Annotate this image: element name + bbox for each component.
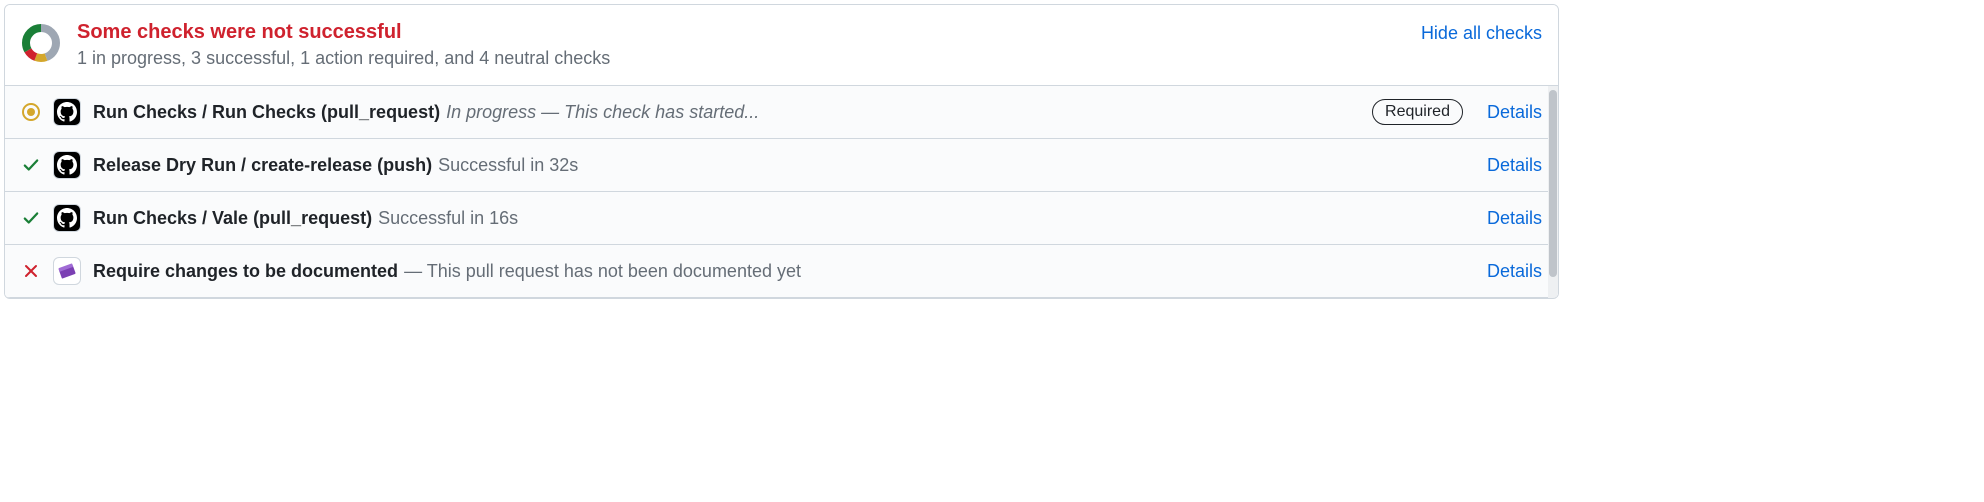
check-status-text: Successful in 16s [378, 208, 518, 229]
checks-subtitle: 1 in progress, 3 successful, 1 action re… [77, 48, 1405, 69]
check-row: Run Checks / Run Checks (pull_request) I… [5, 86, 1558, 139]
details-link[interactable]: Details [1487, 102, 1542, 123]
github-actions-avatar-icon [53, 204, 81, 232]
checks-list: Run Checks / Run Checks (pull_request) I… [5, 86, 1558, 298]
check-name: Release Dry Run / create-release (push) [93, 155, 432, 176]
check-row: Release Dry Run / create-release (push) … [5, 139, 1558, 192]
details-link[interactable]: Details [1487, 261, 1542, 282]
checks-panel: Some checks were not successful 1 in pro… [4, 4, 1559, 299]
github-actions-avatar-icon [53, 98, 81, 126]
scrollbar-thumb[interactable] [1549, 90, 1557, 277]
app-avatar-icon [53, 257, 81, 285]
details-link[interactable]: Details [1487, 208, 1542, 229]
details-link[interactable]: Details [1487, 155, 1542, 176]
check-name: Require changes to be documented [93, 261, 398, 282]
failure-x-icon [21, 261, 41, 281]
check-main: Run Checks / Vale (pull_request) Success… [93, 208, 1475, 229]
check-row: Run Checks / Vale (pull_request) Success… [5, 192, 1558, 245]
check-status-text: In progress — This check has started... [446, 102, 759, 123]
check-main: Run Checks / Run Checks (pull_request) I… [93, 102, 1360, 123]
check-name: Run Checks / Vale (pull_request) [93, 208, 372, 229]
required-badge: Required [1372, 99, 1463, 125]
checks-header: Some checks were not successful 1 in pro… [5, 5, 1558, 86]
check-status-text: Successful in 32s [438, 155, 578, 176]
scrollbar[interactable] [1548, 86, 1558, 298]
check-main: Release Dry Run / create-release (push) … [93, 155, 1475, 176]
in-progress-icon [21, 102, 41, 122]
success-check-icon [21, 155, 41, 175]
checks-title: Some checks were not successful [77, 21, 1405, 44]
check-main: Require changes to be documented — This … [93, 261, 1475, 282]
status-donut-icon [21, 23, 61, 63]
hide-all-checks-link[interactable]: Hide all checks [1421, 21, 1542, 44]
check-row: Require changes to be documented — This … [5, 245, 1558, 298]
check-name: Run Checks / Run Checks (pull_request) [93, 102, 440, 123]
success-check-icon [21, 208, 41, 228]
github-actions-avatar-icon [53, 151, 81, 179]
header-text: Some checks were not successful 1 in pro… [77, 21, 1405, 69]
check-status-text: — This pull request has not been documen… [404, 261, 801, 282]
